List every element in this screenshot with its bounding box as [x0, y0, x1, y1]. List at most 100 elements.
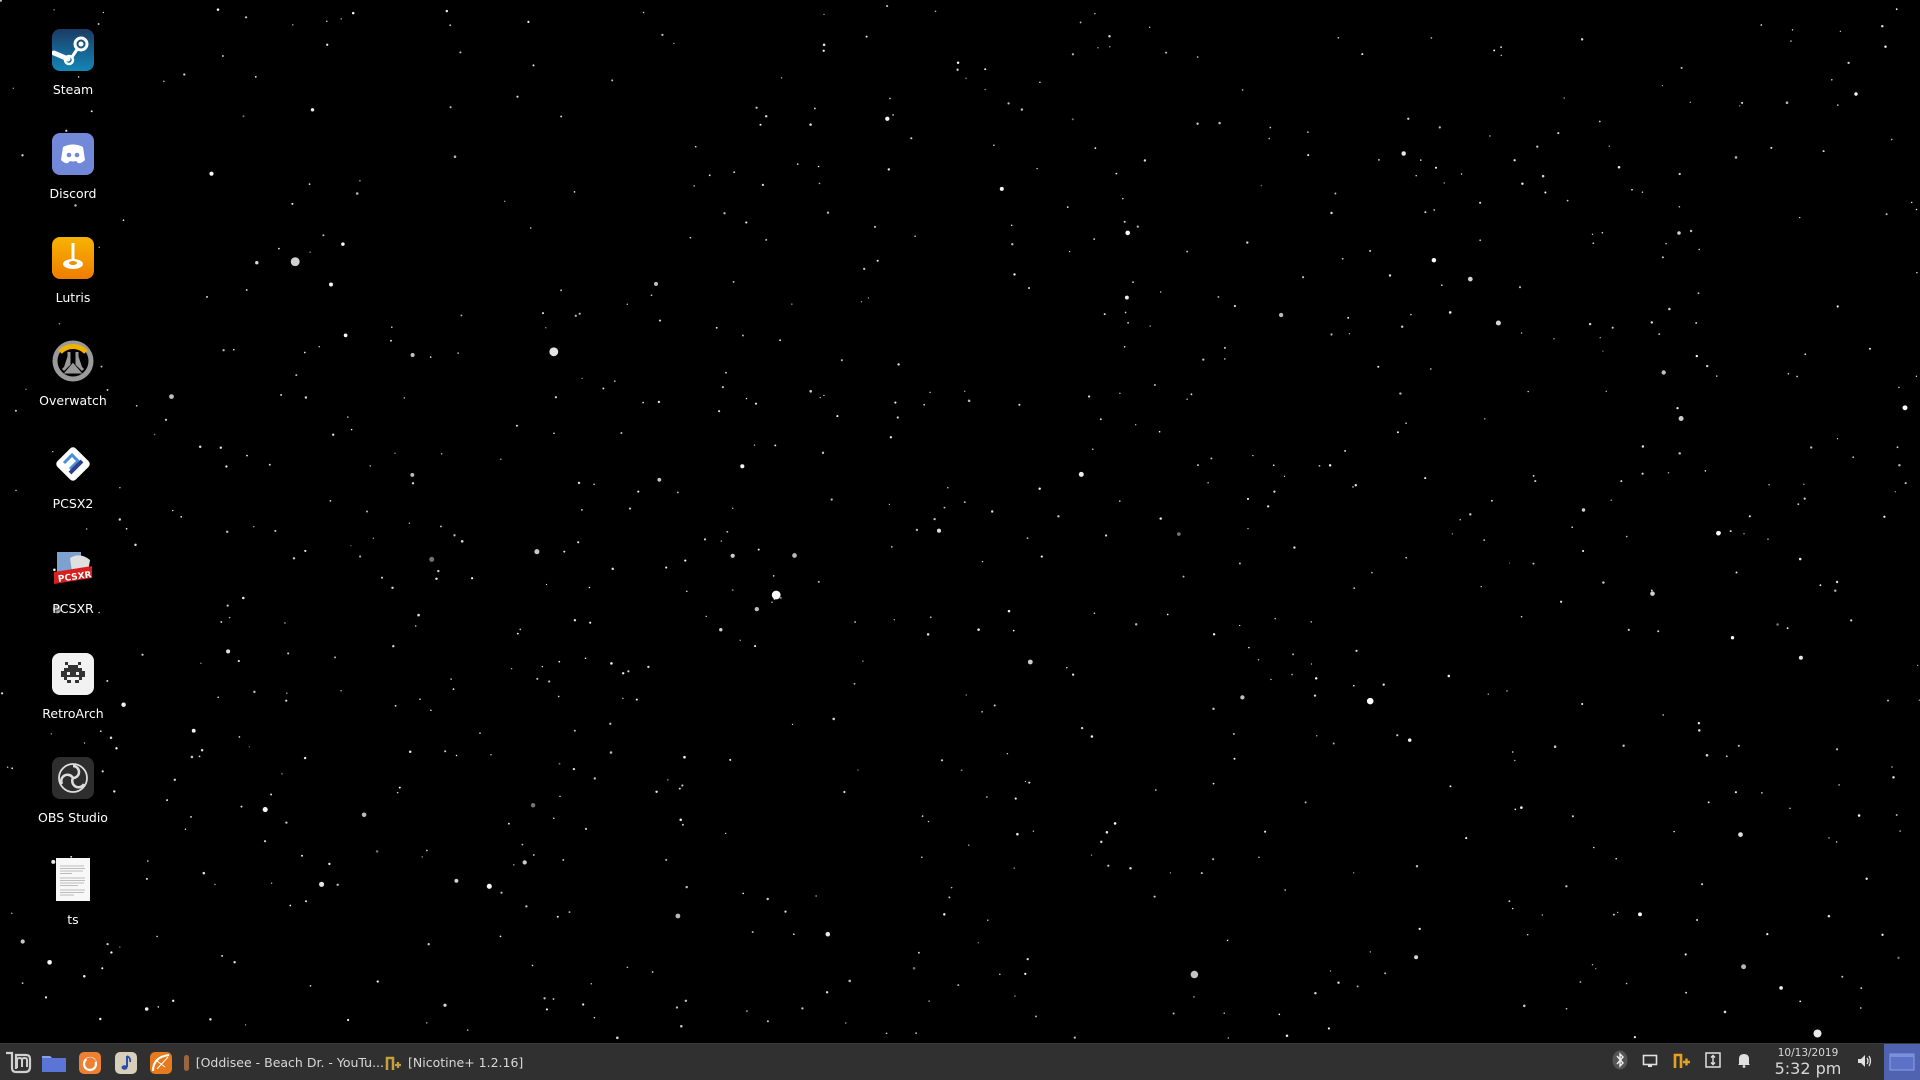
display-tray[interactable]: [1640, 1052, 1660, 1072]
nicotine-tray[interactable]: [1672, 1052, 1692, 1072]
desktop-icon-discord[interactable]: Discord: [23, 133, 123, 201]
star: [1154, 384, 1156, 386]
star: [1182, 575, 1185, 578]
star: [1789, 807, 1791, 809]
desktop-icon-retroarch[interactable]: RetroArch: [23, 653, 123, 721]
window-button-nicotine[interactable]: [Nicotine+ 1.2.16]: [385, 1048, 525, 1077]
star: [1847, 61, 1850, 65]
star: [684, 559, 687, 562]
star: [815, 895, 817, 897]
bluetooth-tray[interactable]: [1610, 1050, 1630, 1072]
star: [1734, 791, 1737, 794]
star: [754, 645, 757, 648]
star: [929, 616, 932, 619]
star: [1207, 482, 1209, 484]
star: [225, 530, 229, 534]
star: [460, 314, 463, 317]
star: [1514, 808, 1517, 811]
star: [1366, 697, 1374, 705]
star: [542, 312, 544, 315]
star: [1125, 230, 1130, 236]
desktop-icon-pcsx2[interactable]: PCSX2: [23, 443, 123, 511]
update-manager-tray[interactable]: [1703, 1052, 1723, 1072]
star: [1270, 678, 1272, 681]
desktop-icon-overwatch[interactable]: Overwatch: [23, 340, 123, 408]
star: [1689, 229, 1693, 233]
satellite-launcher[interactable]: [148, 1049, 174, 1076]
star: [667, 779, 669, 781]
star: [814, 107, 816, 110]
star: [1113, 822, 1117, 825]
star: [1087, 395, 1091, 398]
star: [242, 596, 245, 600]
star: [611, 79, 614, 82]
clock[interactable]: 10/13/2019 5:32 pm: [1768, 1047, 1848, 1078]
star: [1407, 738, 1412, 742]
star: [106, 942, 109, 946]
notifications-tray[interactable]: [1734, 1052, 1754, 1072]
star: [729, 758, 732, 761]
firefox-launcher[interactable]: [77, 1049, 103, 1076]
taskbar: [Oddisee - Beach Dr. - YouTu... [Nicotin…: [0, 1043, 1920, 1080]
window-button-youtube[interactable]: [Oddisee - Beach Dr. - YouTu...: [184, 1048, 384, 1077]
desktop-icon-obs-studio[interactable]: OBS Studio: [23, 757, 123, 825]
star: [740, 464, 745, 469]
star: [541, 665, 544, 668]
star: [1407, 117, 1410, 120]
star: [310, 108, 315, 112]
star: [328, 862, 331, 866]
star: [470, 577, 474, 580]
star: [1361, 53, 1364, 56]
star: [680, 1025, 683, 1028]
star: [708, 174, 711, 177]
star: [1865, 877, 1868, 880]
star: [1638, 912, 1642, 917]
desktop-icon-lutris[interactable]: Lutris: [23, 237, 123, 305]
star: [1804, 353, 1807, 356]
star: [658, 319, 662, 322]
star: [885, 116, 890, 121]
star: [50, 733, 52, 735]
star: [1810, 446, 1813, 449]
star: [454, 878, 459, 883]
star: [1803, 483, 1805, 485]
star: [429, 556, 435, 562]
star: [611, 567, 614, 571]
star: [1678, 206, 1681, 208]
star: [609, 751, 613, 754]
star: [1314, 991, 1317, 995]
star: [642, 11, 645, 14]
star: [1186, 398, 1188, 400]
star: [991, 510, 994, 513]
star: [217, 696, 219, 699]
desktop-icon-ts[interactable]: ts: [23, 858, 123, 927]
star: [1080, 726, 1084, 730]
star: [308, 183, 311, 185]
menu-button[interactable]: [2, 1049, 34, 1076]
star: [1382, 683, 1385, 686]
desktop-icon-pcsxr[interactable]: PCSXR PCSXR: [23, 548, 123, 616]
star: [1257, 659, 1260, 661]
show-desktop-button[interactable]: [1884, 1044, 1920, 1080]
desktop-icon-steam[interactable]: Steam: [23, 29, 123, 97]
star: [545, 327, 547, 329]
star: [122, 219, 125, 222]
star: [558, 762, 561, 765]
music-launcher[interactable]: [113, 1049, 139, 1076]
star: [1707, 801, 1710, 804]
star: [948, 896, 951, 899]
star: [221, 55, 224, 57]
star: [1314, 677, 1318, 680]
star: [169, 394, 174, 399]
star: [1223, 346, 1226, 349]
star: [1696, 919, 1699, 921]
volume-tray[interactable]: [1855, 1052, 1875, 1072]
star: [515, 424, 518, 427]
starfield-wallpaper: [0, 0, 1920, 1040]
star: [340, 690, 342, 692]
star: [1685, 991, 1688, 994]
star: [291, 202, 294, 205]
files-launcher[interactable]: [40, 1049, 68, 1076]
star: [1487, 693, 1489, 695]
star: [1400, 325, 1404, 328]
